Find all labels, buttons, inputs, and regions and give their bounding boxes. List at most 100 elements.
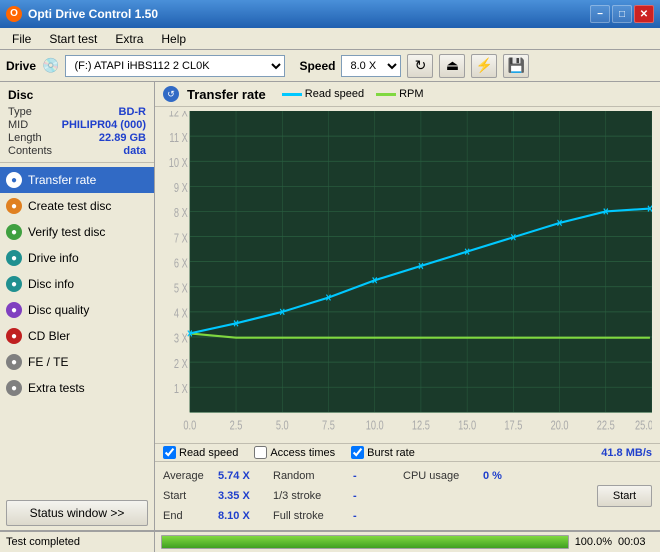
disc-rows: TypeBD-RMIDPHILIPR04 (000)Length22.89 GB… xyxy=(8,106,146,157)
nav-item-extra-tests[interactable]: ● Extra tests xyxy=(0,375,154,401)
chart-header: ↺ Transfer rate Read speed RPM xyxy=(155,82,660,107)
minimize-button[interactable]: − xyxy=(590,5,610,23)
sidebar: Disc TypeBD-RMIDPHILIPR04 (000)Length22.… xyxy=(0,82,155,530)
nav-icon-cd-bler: ● xyxy=(6,328,22,344)
access-times-label: Access times xyxy=(270,447,335,459)
progress-bar-fill xyxy=(162,536,568,548)
start-button[interactable]: Start xyxy=(597,485,652,507)
nav-item-fe-te[interactable]: ● FE / TE xyxy=(0,349,154,375)
maximize-button[interactable]: □ xyxy=(612,5,632,23)
svg-text:11 X: 11 X xyxy=(169,131,188,145)
chart-title: Transfer rate xyxy=(187,87,266,102)
random-label: Random xyxy=(273,470,353,482)
legend-read-speed-color xyxy=(282,93,302,96)
svg-text:17.5: 17.5 xyxy=(504,419,522,433)
refresh-button[interactable]: ↻ xyxy=(407,54,433,78)
checkbox-read-speed[interactable]: Read speed xyxy=(163,446,238,459)
average-label: Average xyxy=(163,470,218,482)
svg-text:22.5: 22.5 xyxy=(597,419,615,433)
onethird-label: 1/3 stroke xyxy=(273,490,353,502)
nav-items: ●Transfer rate●Create test disc●Verify t… xyxy=(0,163,154,496)
disc-row-contents: Contentsdata xyxy=(8,145,146,157)
window-controls: − □ ✕ xyxy=(590,5,654,23)
chart-legend: Read speed RPM xyxy=(282,88,424,100)
legend-rpm-color xyxy=(376,93,396,96)
stats-row-end: End 8.10 X Full stroke - xyxy=(163,506,652,526)
nav-icon-extra-tests: ● xyxy=(6,380,22,396)
app-icon: O xyxy=(6,6,22,22)
disc-info-section: Disc TypeBD-RMIDPHILIPR04 (000)Length22.… xyxy=(0,82,154,163)
end-val: 8.10 X xyxy=(218,510,273,522)
progress-area: 100.0% 00:03 xyxy=(155,535,660,549)
nav-item-disc-quality[interactable]: ●Disc quality xyxy=(0,297,154,323)
svg-text:4 X: 4 X xyxy=(174,307,188,321)
menu-extra[interactable]: Extra xyxy=(107,30,151,48)
nav-label-transfer-rate: Transfer rate xyxy=(28,173,96,187)
title-bar: O Opti Drive Control 1.50 − □ ✕ xyxy=(0,0,660,28)
random-val: - xyxy=(353,470,403,482)
progress-bar-background xyxy=(161,535,569,549)
svg-text:7.5: 7.5 xyxy=(322,419,335,433)
nav-icon-verify-test-disc: ● xyxy=(6,224,22,240)
disc-section-title: Disc xyxy=(8,88,146,102)
progress-percent: 100.0% xyxy=(575,536,612,548)
status-bar: Test completed 100.0% 00:03 xyxy=(0,530,660,552)
disc-row-type: TypeBD-R xyxy=(8,106,146,118)
nav-item-create-test-disc[interactable]: ●Create test disc xyxy=(0,193,154,219)
chart-area: ↺ Transfer rate Read speed RPM xyxy=(155,82,660,530)
read-speed-label: Read speed xyxy=(179,447,238,459)
nav-label-cd-bler: CD Bler xyxy=(28,329,70,343)
checkboxes-row: Read speed Access times Burst rate 41.8 … xyxy=(155,443,660,461)
menu-start-test[interactable]: Start test xyxy=(41,30,105,48)
eject-button[interactable]: ⏏ xyxy=(439,54,465,78)
burst-rate-checkbox[interactable] xyxy=(351,446,364,459)
stats-row-average: Average 5.74 X Random - CPU usage 0 % xyxy=(163,466,652,486)
svg-text:12 X: 12 X xyxy=(169,111,188,120)
burst-rate-label: Burst rate xyxy=(367,447,415,459)
close-button[interactable]: ✕ xyxy=(634,5,654,23)
svg-text:9 X: 9 X xyxy=(174,182,188,196)
svg-text:8 X: 8 X xyxy=(174,207,188,221)
svg-text:3 X: 3 X xyxy=(174,332,188,346)
nav-item-transfer-rate[interactable]: ●Transfer rate xyxy=(0,167,154,193)
nav-label-verify-test-disc: Verify test disc xyxy=(28,225,105,239)
disc-row-mid: MIDPHILIPR04 (000) xyxy=(8,119,146,131)
app-title: Opti Drive Control 1.50 xyxy=(28,7,590,21)
nav-item-disc-info[interactable]: ● Disc info xyxy=(0,271,154,297)
checkbox-access-times[interactable]: Access times xyxy=(254,446,335,459)
nav-icon-fe-te: ● xyxy=(6,354,22,370)
start-btn-cell: Start xyxy=(597,485,652,507)
svg-text:6 X: 6 X xyxy=(174,257,188,271)
nav-label-extra-tests: Extra tests xyxy=(28,381,85,395)
drive-select[interactable]: (F:) ATAPI iHBS112 2 CL0K xyxy=(65,55,285,77)
nav-item-verify-test-disc[interactable]: ● Verify test disc xyxy=(0,219,154,245)
menu-help[interactable]: Help xyxy=(153,30,194,48)
average-val: 5.74 X xyxy=(218,470,273,482)
fullstroke-val: - xyxy=(353,510,403,522)
menu-file[interactable]: File xyxy=(4,30,39,48)
save-button[interactable]: 💾 xyxy=(503,54,529,78)
nav-label-disc-info: Disc info xyxy=(28,277,74,291)
speed-select[interactable]: 8.0 X xyxy=(341,55,401,77)
nav-icon-disc-info: ● xyxy=(6,276,22,292)
menu-bar: File Start test Extra Help xyxy=(0,28,660,50)
svg-text:7 X: 7 X xyxy=(174,232,188,246)
svg-text:10.0: 10.0 xyxy=(366,419,384,433)
fullstroke-label: Full stroke xyxy=(273,510,353,522)
nav-label-fe-te: FE / TE xyxy=(28,355,68,369)
svg-text:25.0 GB: 25.0 GB xyxy=(635,419,652,433)
disc-row-length: Length22.89 GB xyxy=(8,132,146,144)
svg-text:5 X: 5 X xyxy=(174,282,188,296)
status-window-button[interactable]: Status window >> xyxy=(6,500,148,526)
access-times-checkbox[interactable] xyxy=(254,446,267,459)
nav-icon-create-test-disc: ● xyxy=(6,198,22,214)
svg-text:5.0: 5.0 xyxy=(276,419,289,433)
action-button[interactable]: ⚡ xyxy=(471,54,497,78)
nav-item-drive-info[interactable]: ●Drive info xyxy=(0,245,154,271)
legend-rpm: RPM xyxy=(376,88,423,100)
read-speed-checkbox[interactable] xyxy=(163,446,176,459)
svg-text:1 X: 1 X xyxy=(174,383,188,397)
checkbox-burst-rate[interactable]: Burst rate xyxy=(351,446,415,459)
legend-read-speed-label: Read speed xyxy=(305,88,364,100)
nav-item-cd-bler[interactable]: ● CD Bler xyxy=(0,323,154,349)
